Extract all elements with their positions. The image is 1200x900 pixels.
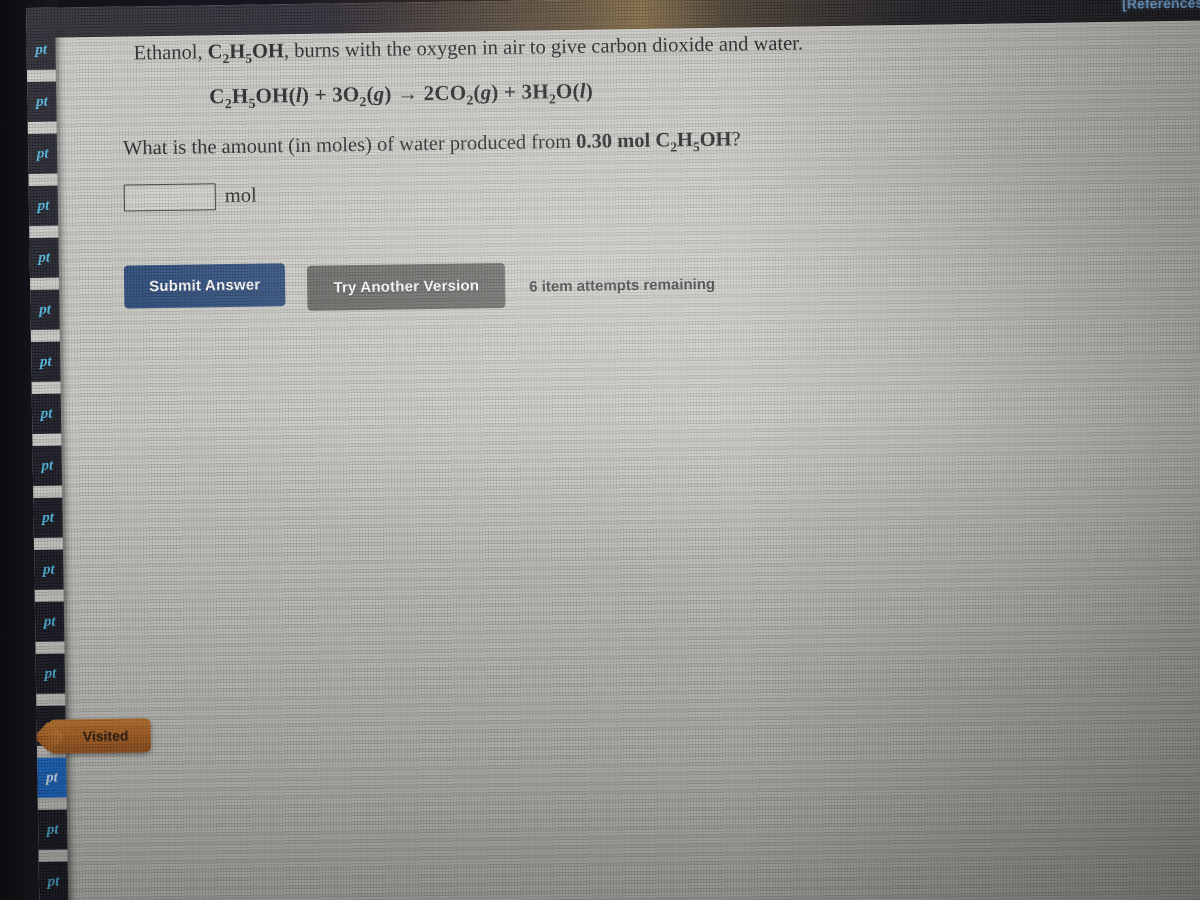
- sidebar-part-tile-label: pt: [35, 41, 48, 58]
- sidebar-part-tile-label: pt: [47, 873, 60, 890]
- sidebar-part-tile-label: pt: [41, 457, 54, 474]
- sidebar-part-tile[interactable]: pt: [34, 549, 64, 590]
- sidebar-part-tile-label: pt: [39, 301, 51, 318]
- answer-row: mol: [123, 183, 257, 212]
- sidebar-part-tile-label: pt: [38, 249, 51, 266]
- prompt-prefix-text: Ethanol,: [133, 41, 208, 65]
- sidebar-part-tile-label: pt: [40, 405, 53, 422]
- screen-surface: [References] pt pt pt pt pt pt pt pt pt pt pt pt pt p…: [26, 0, 1200, 900]
- attempts-remaining-text: 6 item attempts remaining: [529, 275, 716, 296]
- sidebar-part-tile[interactable]: pt: [26, 29, 56, 70]
- prompt-sentence: Ethanol, C2H5OH, burns with the oxygen i…: [134, 31, 804, 69]
- question-suffix-text: ?: [731, 128, 741, 151]
- sidebar-part-tile[interactable]: pt: [30, 341, 61, 382]
- answer-unit-label: mol: [224, 184, 257, 208]
- sidebar-part-tile[interactable]: pt: [35, 653, 66, 694]
- visited-badge[interactable]: Visited: [48, 718, 151, 754]
- sidebar-part-tile-label: pt: [46, 821, 59, 838]
- question-sentence: What is the amount (in moles) of water p…: [123, 127, 741, 164]
- sidebar-part-tile[interactable]: pt: [30, 289, 60, 330]
- sidebar-part-tile[interactable]: pt: [37, 809, 68, 850]
- answer-input[interactable]: [123, 183, 217, 212]
- given-substance-formula: C2H5OH: [655, 128, 732, 155]
- balanced-equation: C2H5OH(l) + 3O2(g) → 2CO2(g) + 3H2O(l): [209, 78, 594, 112]
- sidebar-part-tile-label: pt: [45, 769, 58, 786]
- sidebar-part-tile-label: pt: [36, 145, 49, 162]
- sidebar-part-tile-label: pt: [39, 353, 52, 370]
- sidebar-part-tile[interactable]: pt: [27, 133, 58, 174]
- sidebar-part-tile-label: pt: [37, 197, 50, 214]
- sidebar-part-tile[interactable]: pt: [37, 757, 67, 798]
- visited-badge-label: Visited: [82, 727, 129, 745]
- submit-answer-button[interactable]: Submit Answer: [123, 263, 286, 309]
- sidebar-part-tile[interactable]: pt: [31, 393, 62, 434]
- sidebar-part-tile-label: pt: [35, 93, 48, 110]
- question-prefix-text: What is the amount (in moles) of water p…: [122, 130, 577, 160]
- ethanol-formula: C2H5OH: [207, 40, 285, 67]
- photographed-screen: [References] pt pt pt pt pt pt pt pt pt pt pt pt pt p…: [0, 0, 1200, 900]
- question-content: Ethanol, C2H5OH, burns with the oxygen i…: [65, 20, 1200, 900]
- sidebar-part-tile[interactable]: pt: [27, 81, 57, 122]
- sidebar-part-tile[interactable]: pt: [33, 497, 63, 538]
- sidebar-part-tile-label: pt: [42, 561, 55, 578]
- sidebar-part-tile[interactable]: pt: [32, 445, 63, 486]
- references-link[interactable]: [References]: [1122, 0, 1200, 12]
- sidebar-part-tile[interactable]: pt: [38, 861, 69, 900]
- given-quantity: 0.30 mol: [576, 129, 651, 153]
- sidebar-part-tile[interactable]: pt: [34, 601, 65, 642]
- try-another-version-button[interactable]: Try Another Version: [307, 262, 506, 311]
- sidebar-part-tile-label: pt: [43, 613, 56, 630]
- sidebar-part-tile[interactable]: pt: [29, 237, 60, 278]
- sidebar-part-tile[interactable]: pt: [28, 185, 59, 226]
- action-button-row: Submit Answer Try Another Version 6 item…: [123, 256, 716, 311]
- prompt-suffix-text: , burns with the oxygen in air to give c…: [283, 32, 804, 63]
- sidebar-part-tile-label: pt: [44, 665, 57, 682]
- sidebar-part-tile-label: pt: [42, 509, 55, 526]
